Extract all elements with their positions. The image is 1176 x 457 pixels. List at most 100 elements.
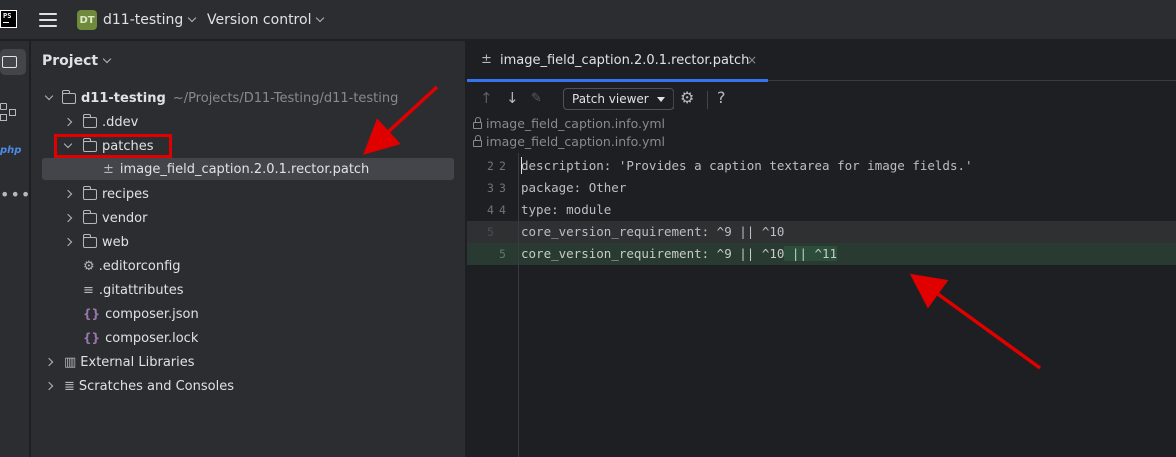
old-file-path: image_field_caption.info.yml [473, 116, 665, 131]
code-text-added: || ^11 [784, 246, 838, 261]
more-tools-icon[interactable]: ••• [0, 185, 31, 204]
chevron-down-icon [316, 13, 325, 23]
gear-icon: ⚙ [83, 258, 95, 274]
lock-icon [473, 117, 482, 129]
tool-window-strip: php ••• [0, 41, 30, 457]
code-line[interactable]: 22 description: 'Provides a caption text… [467, 155, 1176, 177]
lock-icon [473, 135, 482, 147]
old-line-number: 4 [487, 203, 494, 217]
code-text-unchanged: core_version_requirement: ^9 || ^10 [521, 246, 785, 261]
code-text: type: module [521, 202, 612, 217]
folder-icon [83, 185, 97, 200]
project-title-label: Project [42, 53, 99, 69]
diff-code-area[interactable]: 22 description: 'Provides a caption text… [467, 153, 1176, 457]
settings-gear-icon[interactable]: ⚙ [680, 88, 694, 107]
tree-item-gitattributes[interactable]: ≡ .gitattributes [42, 279, 183, 301]
collapse-arrow-icon[interactable] [63, 117, 73, 127]
tree-item-label: image_field_caption.2.0.1.rector.patch [119, 161, 370, 177]
text-file-icon: ≡ [83, 282, 94, 298]
patch-file-icon: ± [103, 161, 114, 177]
new-line-number: 4 [499, 203, 506, 217]
tree-item-composer-lock[interactable]: {} composer.lock [42, 327, 198, 349]
tree-item-label: Scratches and Consoles [78, 378, 234, 394]
close-icon[interactable]: × [747, 53, 757, 67]
tree-item-label: composer.lock [105, 330, 199, 346]
new-line-number: 3 [499, 181, 506, 195]
collapse-arrow-icon[interactable] [44, 381, 54, 391]
caret-down-icon [656, 96, 665, 102]
tree-item-external-libraries[interactable]: ▥ External Libraries [42, 351, 195, 373]
php-tool-button[interactable]: php [0, 145, 21, 156]
folder-icon [83, 113, 97, 128]
root-folder-name: d11-testing [81, 90, 166, 106]
toolbar-divider [707, 91, 708, 109]
json-file-icon: {} [83, 307, 101, 321]
new-line-number: 5 [499, 247, 506, 261]
tree-item-label: .gitattributes [98, 282, 184, 298]
project-name: d11-testing [103, 12, 184, 28]
project-tool-button[interactable] [0, 49, 26, 75]
tree-item-composer-json[interactable]: {} composer.json [42, 303, 199, 325]
old-line-number: 2 [487, 159, 494, 173]
active-tab-indicator [467, 79, 768, 82]
edit-source-icon[interactable]: ✎ [531, 91, 542, 106]
folder-icon [83, 209, 97, 224]
tree-item-label: .ddev [102, 114, 139, 130]
editor-tab-patch[interactable]: ± image_field_caption.2.0.1.rector.patch… [467, 41, 768, 82]
chevron-down-icon [102, 54, 112, 64]
collapse-arrow-icon[interactable] [63, 189, 73, 199]
annotation-highlight-box [54, 134, 172, 158]
main-menu-icon[interactable] [39, 12, 57, 28]
version-control-menu[interactable]: Version control [207, 12, 325, 28]
removed-code-line[interactable]: 5 core_version_requirement: ^9 || ^10 [467, 221, 1176, 243]
help-icon[interactable]: ? [717, 88, 726, 107]
collapse-arrow-icon[interactable] [44, 357, 54, 367]
previous-difference-icon[interactable]: ↑ [480, 89, 493, 107]
patch-viewer-label: Patch viewer [572, 92, 649, 106]
added-code-line[interactable]: 5 core_version_requirement: ^9 || ^10 ||… [467, 243, 1176, 265]
folder-icon [2, 56, 17, 68]
patch-file-icon: ± [481, 52, 492, 67]
tree-item-label: composer.json [105, 306, 199, 322]
tree-item-recipes[interactable]: recipes [42, 183, 149, 205]
folder-icon [83, 233, 97, 248]
file-path-label: image_field_caption.info.yml [486, 134, 666, 149]
old-line-number: 5 [487, 225, 494, 239]
code-line[interactable]: 33 package: Other [467, 177, 1176, 199]
code-text: core_version_requirement: ^9 || ^10 [521, 224, 785, 239]
next-difference-icon[interactable]: ↓ [506, 89, 519, 107]
tree-item-patch-file[interactable]: ± image_field_caption.2.0.1.rector.patch [42, 158, 454, 180]
tree-item-root[interactable]: d11-testing ~/Projects/D11-Testing/d11-t… [42, 87, 398, 109]
library-icon: ▥ [64, 354, 77, 370]
project-selector[interactable]: d11-testing [103, 12, 197, 28]
phpstorm-logo-icon[interactable]: PS [0, 10, 17, 28]
editor-area: ± image_field_caption.2.0.1.rector.patch… [467, 41, 1176, 457]
gutter-divider [518, 153, 519, 457]
editor-tab-bar: ± image_field_caption.2.0.1.rector.patch… [467, 41, 1176, 82]
collapse-arrow-icon[interactable] [63, 237, 73, 247]
tree-item-ddev[interactable]: .ddev [42, 111, 138, 133]
old-line-number: 3 [487, 181, 494, 195]
collapse-arrow-icon[interactable] [63, 213, 73, 223]
tab-label: image_field_caption.2.0.1.rector.patch [500, 53, 750, 68]
code-text: core_version_requirement: ^9 || ^10 || ^… [521, 243, 838, 265]
patch-viewer-dropdown[interactable]: Patch viewer [563, 88, 674, 110]
tree-item-editorconfig[interactable]: ⚙ .editorconfig [42, 255, 181, 277]
new-line-number: 2 [499, 159, 506, 173]
new-file-path: image_field_caption.info.yml [473, 134, 665, 149]
tree-item-label: recipes [102, 186, 149, 202]
title-bar: PS DT d11-testing Version control [0, 0, 1176, 40]
code-text: description: 'Provides a caption textare… [521, 158, 973, 173]
project-badge[interactable]: DT [77, 10, 97, 30]
tree-item-label: External Libraries [80, 354, 195, 370]
tree-item-vendor[interactable]: vendor [42, 207, 147, 229]
project-panel-title[interactable]: Project [42, 53, 112, 69]
tree-item-label: .editorconfig [98, 258, 181, 274]
structure-icon[interactable] [0, 103, 20, 123]
expand-arrow-icon[interactable] [44, 91, 54, 101]
code-line[interactable]: 44 type: module [467, 199, 1176, 221]
file-path-label: image_field_caption.info.yml [486, 116, 666, 131]
text-caret [521, 157, 522, 174]
tree-item-web[interactable]: web [42, 231, 129, 253]
tree-item-scratches[interactable]: ≣ Scratches and Consoles [42, 375, 234, 397]
